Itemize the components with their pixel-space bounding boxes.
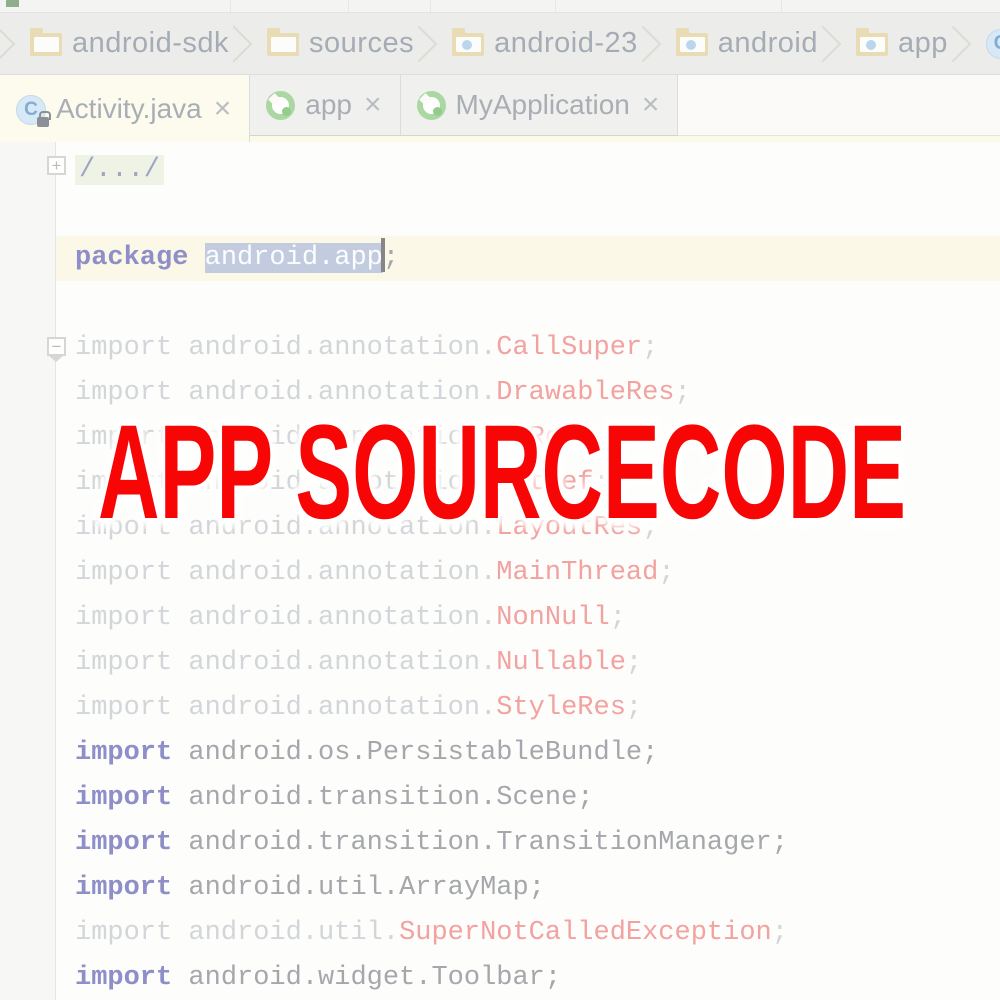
editor-tab[interactable]: MyApplication × — [401, 75, 679, 136]
import-line[interactable]: import android.transition.TransitionMana… — [0, 821, 1000, 866]
package-folder-icon — [452, 33, 484, 56]
import-line[interactable]: import android.annotation.StyleRes; — [0, 686, 1000, 731]
breadcrumb: android-sdk sources android-23 android a… — [0, 13, 1000, 75]
toolbar-fragment-icon — [6, 0, 19, 7]
import-line[interactable]: import android.util.SuperNotCalledExcept… — [0, 911, 1000, 956]
fold-expand-icon[interactable] — [47, 156, 66, 175]
import-line[interactable]: import android.util.ArrayMap; — [0, 866, 1000, 911]
breadcrumb-item[interactable]: android-sdk — [30, 27, 229, 60]
folded-comment[interactable]: /.../ — [75, 155, 164, 185]
breadcrumb-item[interactable]: Activity — [986, 27, 1000, 60]
import-line[interactable]: import android.os.PersistableBundle; — [0, 731, 1000, 776]
close-icon[interactable]: × — [362, 90, 384, 120]
import-line[interactable]: import android.widget.Toolbar; — [0, 956, 1000, 1000]
ide-window: android-sdk sources android-23 android a… — [0, 0, 1000, 1000]
editor-tab[interactable]: Activity.java × — [0, 75, 250, 142]
editor-tab[interactable]: app × — [250, 75, 400, 136]
import-line[interactable]: import android.annotation.DrawableRes; — [0, 371, 1000, 416]
import-line[interactable]: import android.annotation.Nullable; — [0, 641, 1000, 686]
tabs-container: Activity.java × app × MyApplication × — [0, 75, 678, 142]
package-folder-icon — [856, 33, 888, 56]
folder-icon — [30, 33, 62, 56]
import-line[interactable]: import android.annotation.NonNull; — [0, 596, 1000, 641]
close-icon[interactable]: × — [640, 90, 662, 120]
close-icon[interactable]: × — [212, 94, 234, 124]
toolbar-strip — [0, 0, 1000, 13]
import-line[interactable]: import android.annotation.IdRes; — [0, 416, 1000, 461]
android-module-icon — [417, 91, 446, 120]
breadcrumb-item[interactable]: sources — [267, 27, 414, 60]
folded-comment-line[interactable]: /.../ — [0, 148, 1000, 193]
import-line[interactable]: import android.annotation.LayoutRes; — [0, 506, 1000, 551]
import-line[interactable]: import android.annotation.MainThread; — [0, 551, 1000, 596]
breadcrumb-item[interactable]: android-23 — [452, 27, 638, 60]
import-line[interactable]: import android.annotation.CallSuper; — [0, 326, 1000, 371]
package-keyword: package — [75, 243, 188, 273]
chevron-right-icon — [0, 25, 15, 62]
folder-icon — [267, 33, 299, 56]
editor-tab-bar: Activity.java × app × MyApplication × — [0, 75, 1000, 142]
fold-collapse-icon[interactable] — [47, 337, 66, 356]
breadcrumb-item[interactable]: android — [676, 27, 818, 60]
package-line[interactable]: package android.app; — [0, 236, 1000, 281]
code-editor[interactable]: /.../ package android.app; import androi… — [0, 142, 1000, 1000]
package-folder-icon — [676, 33, 708, 56]
readonly-class-icon — [16, 95, 46, 125]
import-line[interactable]: import android.transition.Scene; — [0, 776, 1000, 821]
package-suffix: ; — [383, 243, 399, 273]
selected-text: android.app — [205, 243, 383, 273]
android-module-icon — [266, 91, 295, 120]
class-icon — [986, 29, 1000, 59]
import-line[interactable]: import android.annotation.IntDef; — [0, 461, 1000, 506]
